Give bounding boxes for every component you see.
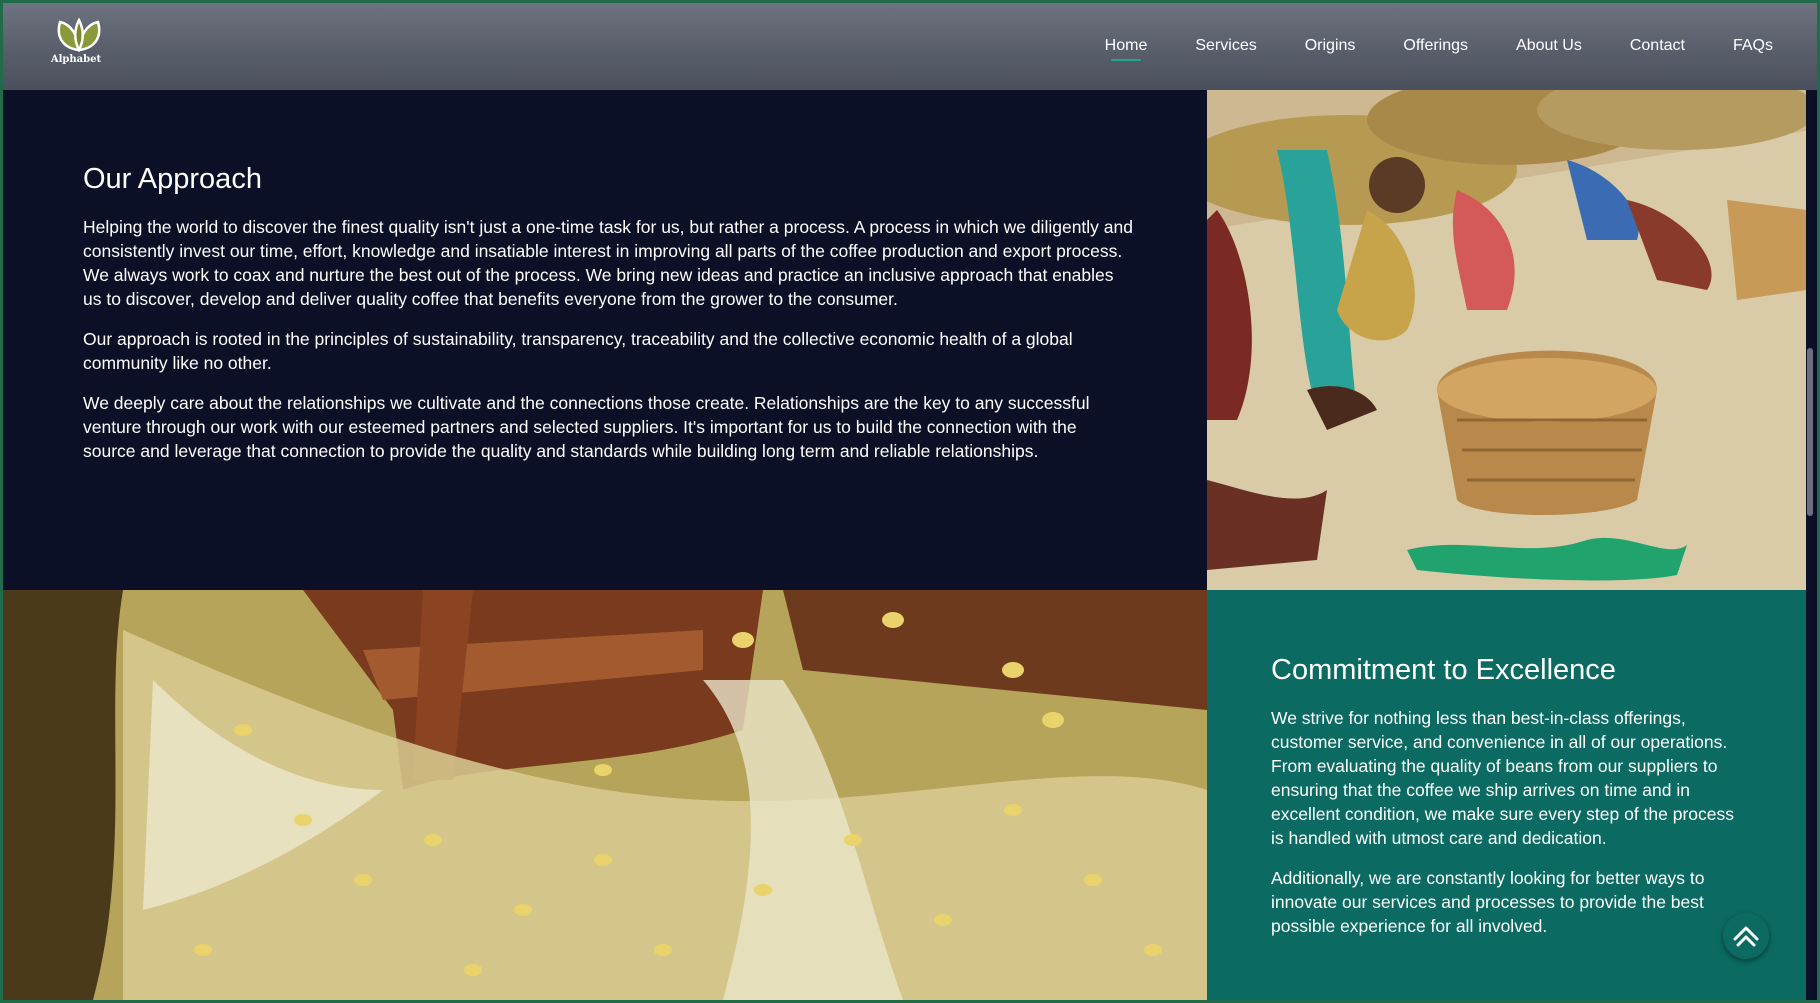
brand-name: Alphabet: [50, 54, 102, 65]
page-frame: Alphabet Home Services Origins Offerings…: [0, 0, 1820, 1003]
nav-offerings[interactable]: Offerings: [1403, 37, 1468, 55]
excellence-section: Commitment to Excellence We strive for n…: [1207, 590, 1811, 1000]
approach-paragraph-3: We deeply care about the relationships w…: [83, 393, 1090, 461]
approach-section: Our Approach Helping the world to discov…: [3, 90, 1207, 590]
approach-paragraph-2: Our approach is rooted in the principles…: [83, 329, 1073, 373]
brand-logo[interactable]: Alphabet: [50, 18, 108, 76]
excellence-paragraph-2: Additionally, we are constantly looking …: [1271, 868, 1705, 936]
photo-coffee-sorting-workers: [1207, 90, 1811, 590]
back-to-top-button[interactable]: [1723, 913, 1769, 959]
site-header: Alphabet Home Services Origins Offerings…: [3, 3, 1817, 90]
scrollbar-thumb[interactable]: [1807, 348, 1813, 516]
photo-coffee-beans-water-channel: [3, 590, 1207, 1000]
nav-services[interactable]: Services: [1195, 37, 1256, 55]
leaf-logo-icon: [57, 18, 101, 52]
approach-title: Our Approach: [83, 163, 262, 195]
chevron-up-icon: [1733, 926, 1759, 947]
page-scrollbar[interactable]: [1806, 90, 1814, 1000]
nav-contact[interactable]: Contact: [1630, 37, 1685, 55]
nav-faqs[interactable]: FAQs: [1733, 37, 1773, 55]
nav-origins[interactable]: Origins: [1305, 37, 1356, 55]
excellence-body: We strive for nothing less than best-in-…: [1271, 706, 1751, 954]
nav-home[interactable]: Home: [1105, 37, 1147, 61]
nav-about-us[interactable]: About Us: [1516, 37, 1582, 55]
main-nav: Home Services Origins Offerings About Us…: [1105, 37, 1773, 61]
approach-body: Helping the world to discover the finest…: [83, 215, 1133, 479]
approach-paragraph-1: Helping the world to discover the finest…: [83, 217, 1133, 309]
excellence-paragraph-1: We strive for nothing less than best-in-…: [1271, 708, 1735, 848]
excellence-title: Commitment to Excellence: [1271, 654, 1616, 686]
